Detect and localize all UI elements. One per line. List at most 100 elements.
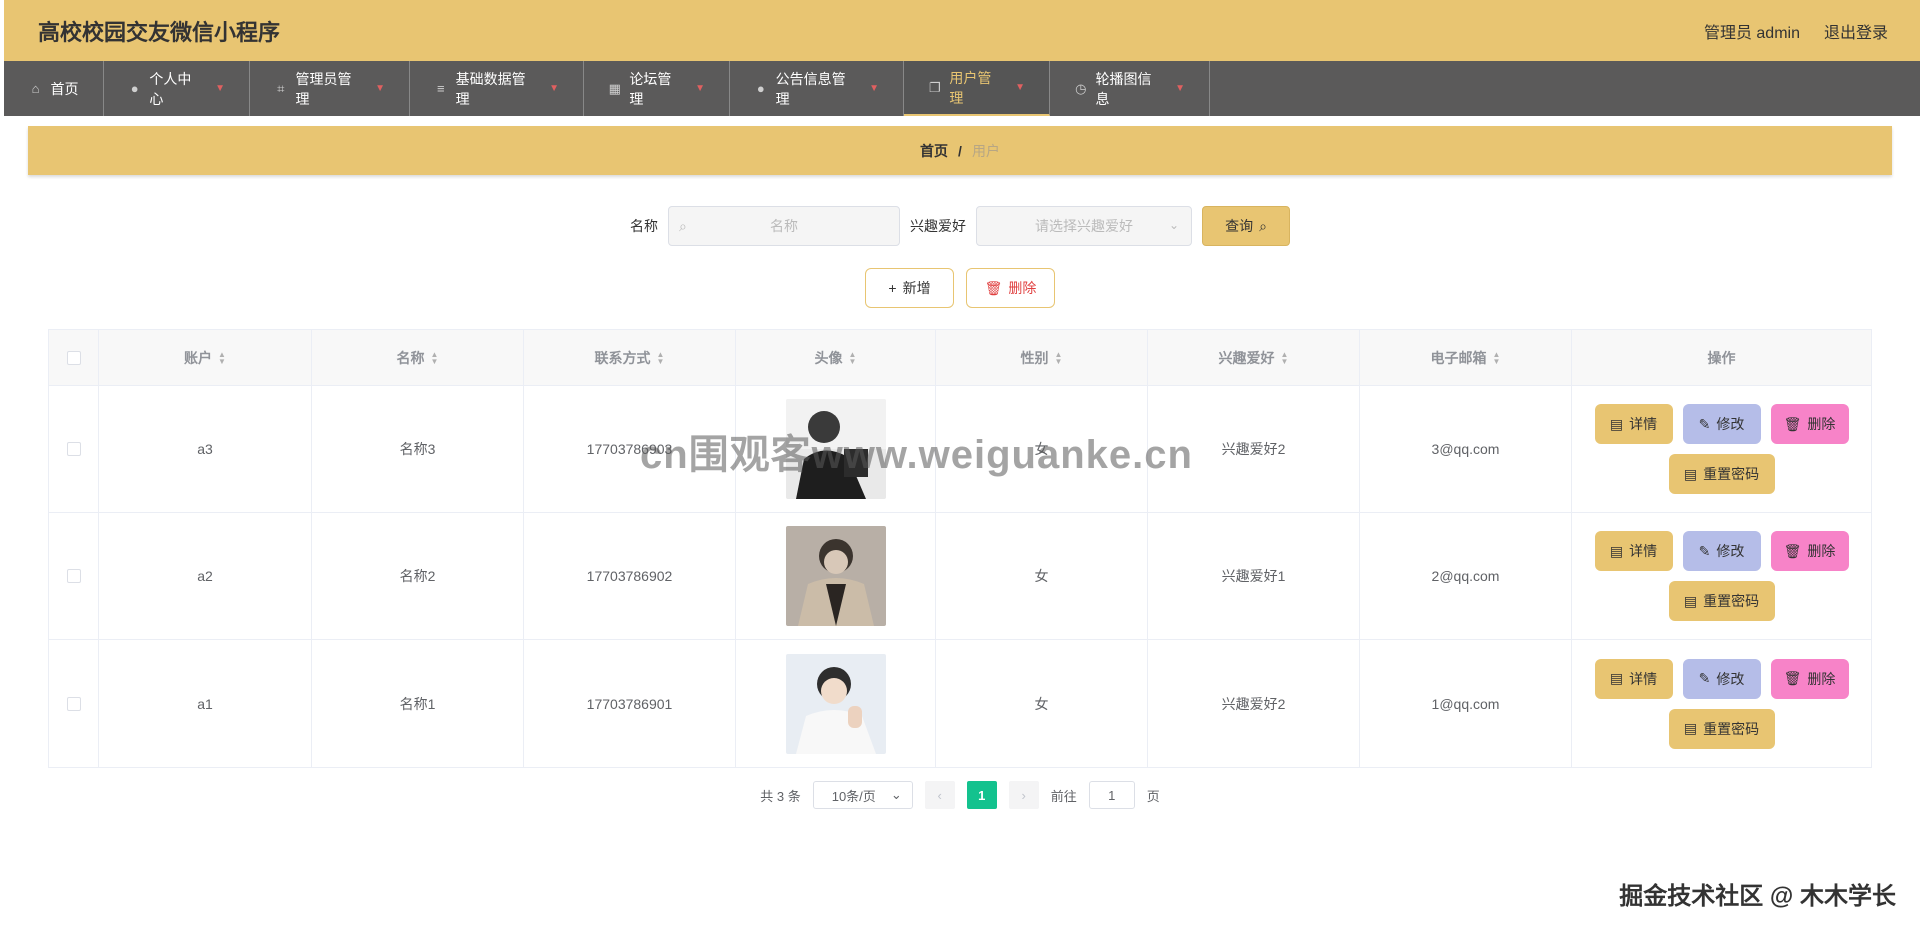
nav-label: 用户管理 <box>949 69 992 106</box>
col-account[interactable]: 账户 ▲ ▼ <box>99 330 312 385</box>
cell-operations: ▤ 详情 ✎ 修改 🗑 删除 ▤ 重置密码 <box>1572 640 1871 767</box>
nav-item-admin-management[interactable]: ⌗ 管理员管理 ▼ <box>250 61 410 116</box>
select-all-checkbox[interactable] <box>66 350 81 365</box>
bulk-delete-button[interactable]: 🗑 删除 <box>966 268 1055 308</box>
query-label: 查询 <box>1225 218 1254 234</box>
bottom-right-watermark: 掘金技术社区 @ 木木学长 <box>1619 883 1896 910</box>
avatar[interactable] <box>785 399 886 499</box>
chevron-down-icon: ▼ <box>549 83 559 94</box>
row-select-cell <box>49 386 99 512</box>
reset-password-button[interactable]: ▤ 重置密码 <box>1668 454 1775 494</box>
col-email[interactable]: 电子邮箱 ▲ ▼ <box>1360 330 1572 385</box>
edit-button[interactable]: ✎ 修改 <box>1682 404 1761 444</box>
delete-button[interactable]: 🗑 删除 <box>1770 658 1849 699</box>
delete-button[interactable]: 🗑 删除 <box>1770 531 1849 571</box>
nav-item-user-management[interactable]: ❐ 用户管理 ▼ <box>904 61 1050 116</box>
pencil-icon: ✎ <box>1698 670 1711 686</box>
select-all-cell <box>49 330 99 385</box>
table-row: a2 名称2 17703786902 女 兴趣爱好1 2@qq.com ▤ 详情 <box>49 513 1871 640</box>
breadcrumb-home[interactable]: 首页 <box>920 141 948 161</box>
detail-button[interactable]: ▤ 详情 <box>1594 531 1673 571</box>
row-checkbox[interactable] <box>66 442 81 456</box>
nav-label: 公告信息管理 <box>775 70 846 107</box>
page-number-active[interactable]: 1 <box>966 781 997 809</box>
nav-item-forum[interactable]: ▦ 论坛管理 ▼ <box>584 61 730 116</box>
next-page-button[interactable]: › <box>1008 781 1039 809</box>
cell-name: 名称1 <box>312 640 524 767</box>
reset-password-button[interactable]: ▤ 重置密码 <box>1668 581 1775 621</box>
edit-button[interactable]: ✎ 修改 <box>1682 531 1761 571</box>
page-size-value: 10条/页 <box>831 788 876 804</box>
cell-avatar <box>736 386 936 512</box>
name-search-input[interactable]: ⌕ 名称 <box>668 206 900 246</box>
col-phone[interactable]: 联系方式 ▲ ▼ <box>524 330 736 385</box>
detail-button[interactable]: ▤ 详情 <box>1594 658 1673 699</box>
col-avatar[interactable]: 头像 ▲ ▼ <box>736 330 936 385</box>
logout-button[interactable]: 退出登录 <box>1824 19 1888 43</box>
col-label: 联系方式 <box>594 349 651 366</box>
avatar[interactable] <box>785 653 886 754</box>
edit-label: 修改 <box>1716 543 1745 559</box>
breadcrumb-current: 用户 <box>971 142 1000 159</box>
col-hobby[interactable]: 兴趣爱好 ▲ ▼ <box>1148 330 1360 385</box>
avatar[interactable] <box>785 526 886 626</box>
sort-icon: ▲ ▼ <box>656 349 665 366</box>
query-button[interactable]: 查询 ⌕ <box>1202 206 1290 246</box>
sort-icon: ▲ ▼ <box>218 349 226 366</box>
cell-phone: 17703786903 <box>524 386 736 512</box>
edit-button[interactable]: ✎ 修改 <box>1682 658 1761 699</box>
table-row: a1 名称1 17703786901 女 兴趣爱好2 1@qq.com ▤ 详情 <box>49 640 1871 767</box>
nav-item-basic-data[interactable]: ≡ 基础数据管理 ▼ <box>410 61 584 116</box>
nav-item-personal-center[interactable]: ● 个人中心 ▼ <box>104 61 250 116</box>
grid-icon: ▦ <box>608 80 621 96</box>
cell-name: 名称2 <box>312 513 524 639</box>
col-label: 电子邮箱 <box>1430 349 1487 366</box>
sort-icon: ▲ ▼ <box>430 349 439 366</box>
cell-operations: ▤ 详情 ✎ 修改 🗑 删除 ▤ 重置密码 <box>1572 386 1871 512</box>
table-header-row: 账户 ▲ ▼ 名称 ▲ ▼ 联系方式 ▲ ▼ 头像 ▲ ▼ 性别 ▲ ▼ 兴趣爱好 ▲ ▼ 电子邮箱 ▲ ▼… <box>49 330 1871 386</box>
col-label: 操作 <box>1707 349 1736 366</box>
cell-account: a3 <box>99 386 312 512</box>
row-select-cell <box>49 513 99 639</box>
document-icon: ▤ <box>1609 670 1624 686</box>
chevron-down-icon: ⌄ <box>890 787 902 802</box>
nav-item-announcement[interactable]: ● 公告信息管理 ▼ <box>730 61 904 116</box>
chevron-down-icon: ▼ <box>1175 83 1185 94</box>
cell-email: 2@qq.com <box>1360 513 1572 639</box>
col-name[interactable]: 名称 ▲ ▼ <box>312 330 524 385</box>
document-icon: ▤ <box>1683 592 1698 609</box>
col-gender[interactable]: 性别 ▲ ▼ <box>936 330 1148 385</box>
cell-gender: 女 <box>936 386 1148 512</box>
cell-email: 3@qq.com <box>1360 386 1572 512</box>
home-icon: ⌂ <box>31 80 40 96</box>
hobby-select[interactable]: 请选择兴趣爱好 ⌄ <box>976 206 1192 246</box>
remove-label: 删除 <box>1807 543 1836 559</box>
copy-icon: ❐ <box>928 79 941 95</box>
trash-icon: 🗑 <box>984 279 1003 296</box>
delete-button[interactable]: 🗑 删除 <box>1770 404 1849 444</box>
trash-icon: 🗑 <box>1783 670 1802 686</box>
nav-label: 基础数据管理 <box>455 70 526 107</box>
cell-name: 名称3 <box>312 386 524 512</box>
nav-item-carousel[interactable]: ◷ 轮播图信息 ▼ <box>1050 61 1210 116</box>
page-size-select[interactable]: 10条/页 ⌄ <box>812 781 913 809</box>
sort-icon: ▲ ▼ <box>1492 349 1501 366</box>
reset-password-button[interactable]: ▤ 重置密码 <box>1668 708 1775 749</box>
row-checkbox[interactable] <box>66 696 81 711</box>
nav-item-home[interactable]: ⌂ 首页 <box>4 61 104 116</box>
action-bar: + 新增 🗑 删除 <box>28 268 1892 308</box>
pagination: 共 3 条 10条/页 ⌄ ‹ 1 › 前往 1 页 <box>28 780 1892 810</box>
nav-label: 个人中心 <box>149 70 192 107</box>
goto-page-input[interactable]: 1 <box>1088 781 1135 809</box>
name-placeholder: 名称 <box>770 218 798 234</box>
add-button[interactable]: + 新增 <box>865 268 954 308</box>
nav-label: 轮播图信息 <box>1095 70 1152 107</box>
col-operations: 操作 <box>1572 330 1871 385</box>
goto-suffix: 页 <box>1146 788 1160 804</box>
row-checkbox[interactable] <box>66 569 81 583</box>
nav-label: 管理员管理 <box>295 70 352 107</box>
detail-button[interactable]: ▤ 详情 <box>1594 404 1673 444</box>
prev-page-button[interactable]: ‹ <box>924 781 955 809</box>
col-label: 账户 <box>184 349 213 366</box>
chevron-down-icon: ▼ <box>869 83 879 94</box>
